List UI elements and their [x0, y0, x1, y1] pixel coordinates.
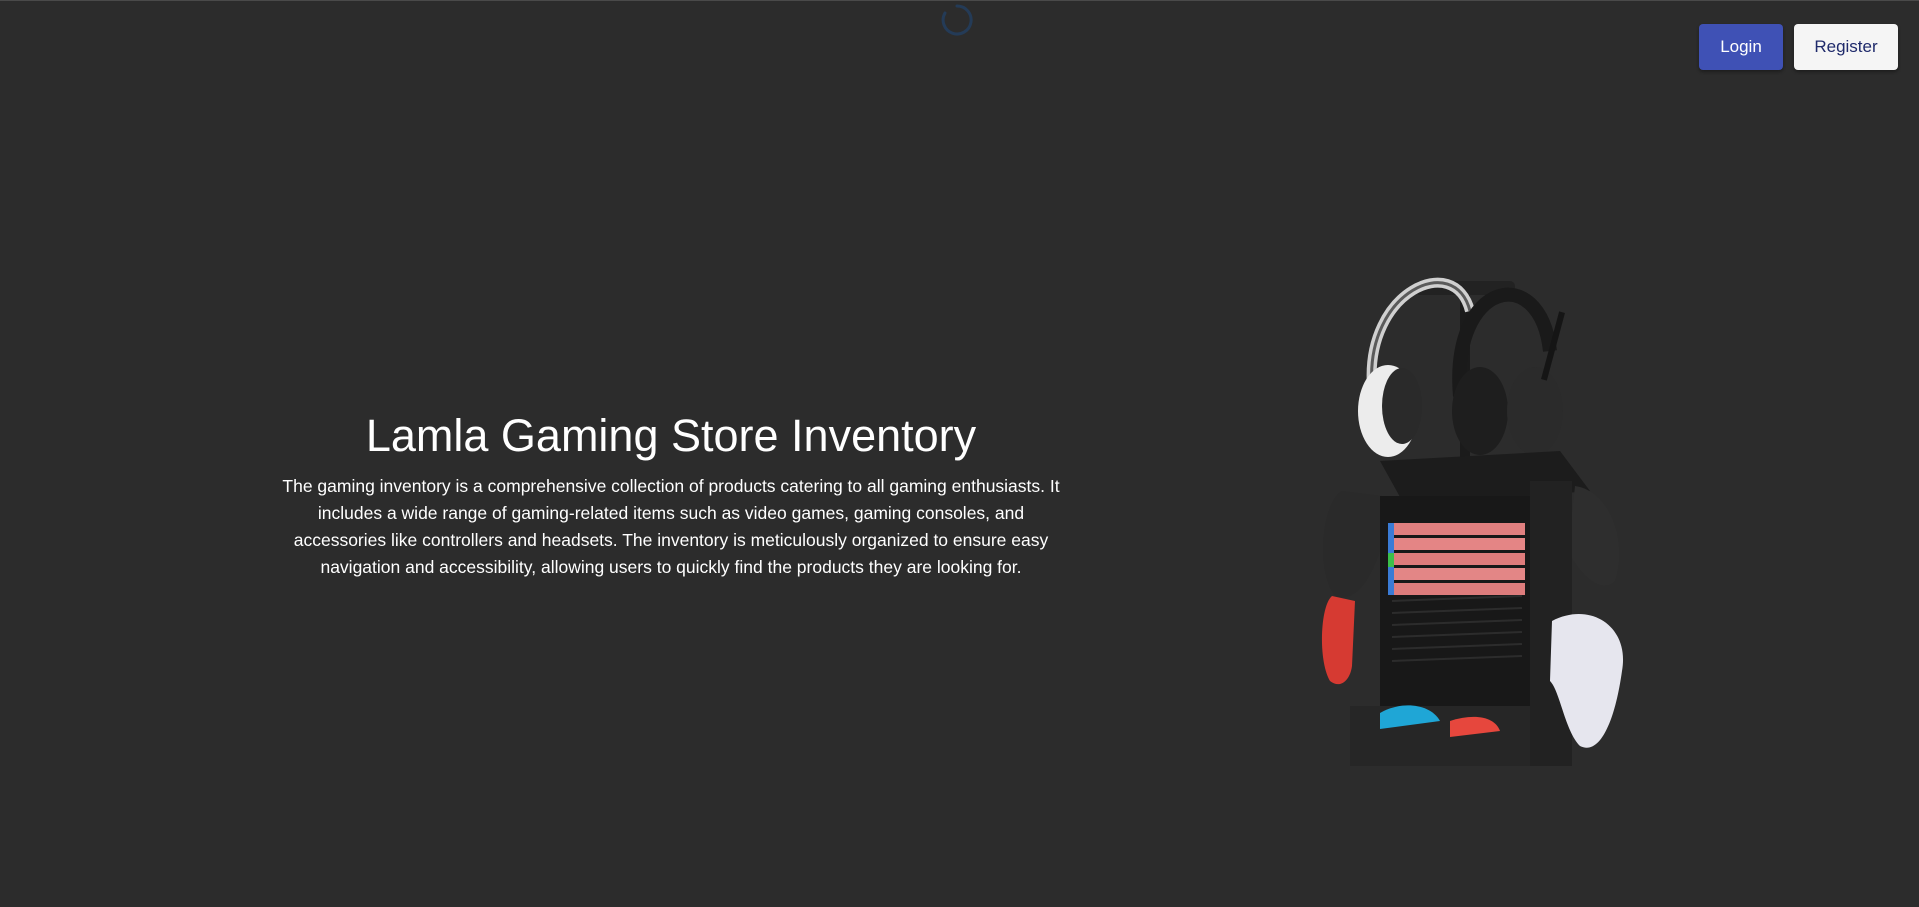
hero-description: The gaming inventory is a comprehensive … — [282, 475, 1060, 577]
hero-section: Lamla Gaming Store Inventory The gaming … — [280, 411, 1062, 581]
auth-buttons: Login Register — [1699, 24, 1898, 70]
page-title: Lamla Gaming Store Inventory — [365, 410, 977, 461]
gaming-storage-tower-image — [1321, 277, 1624, 766]
loading-spinner-icon — [941, 4, 973, 36]
landing-page: Login Register Lamla Gaming Store Invent… — [0, 0, 1919, 907]
register-button[interactable]: Register — [1794, 24, 1898, 70]
login-button[interactable]: Login — [1699, 24, 1783, 70]
